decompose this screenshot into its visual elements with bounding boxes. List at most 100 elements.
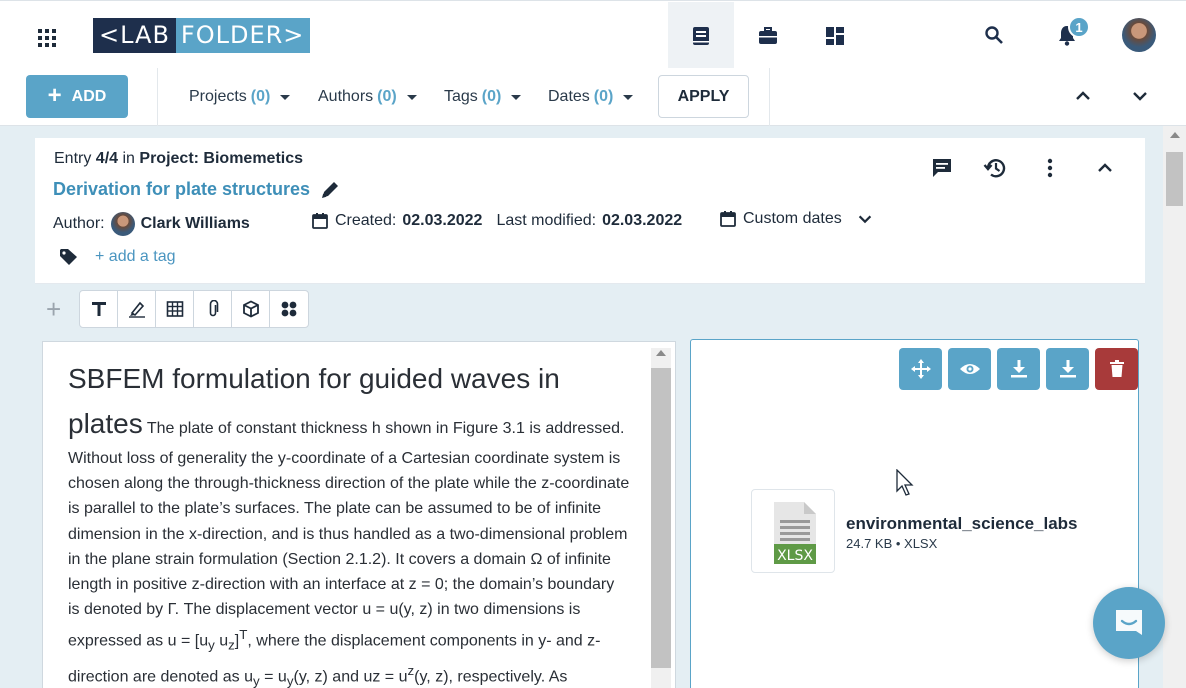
add-button[interactable]: + ADD bbox=[26, 75, 128, 118]
divider bbox=[769, 68, 770, 126]
dashboard-nav-button[interactable] bbox=[802, 2, 868, 69]
custom-dates-toggle[interactable]: Custom dates bbox=[719, 210, 874, 228]
projects-filter[interactable]: Projects (0) bbox=[189, 88, 291, 106]
top-bar: <LAB FOLDER> 1 bbox=[0, 0, 1186, 69]
file-name[interactable]: environmental_science_labs bbox=[846, 514, 1078, 534]
subscript: z bbox=[228, 637, 235, 653]
save-to-button[interactable] bbox=[997, 348, 1040, 390]
entry-title[interactable]: Derivation for plate structures bbox=[53, 179, 310, 200]
projects-filter-label: Projects bbox=[189, 88, 247, 105]
author-avatar bbox=[110, 212, 135, 236]
mouse-cursor-icon bbox=[896, 469, 914, 496]
text-scrollbar-thumb[interactable] bbox=[651, 368, 671, 668]
more-vertical-icon bbox=[1047, 158, 1053, 178]
search-button[interactable] bbox=[982, 23, 1006, 47]
authors-filter-label: Authors bbox=[318, 88, 374, 105]
apps-icon bbox=[281, 301, 297, 317]
collapse-entry-button[interactable] bbox=[1093, 156, 1117, 180]
more-options-button[interactable] bbox=[1038, 156, 1062, 180]
text-fragment: u bbox=[214, 632, 229, 650]
text-body: The plate of constant thickness h shown … bbox=[68, 420, 630, 650]
download-icon bbox=[1059, 360, 1076, 378]
comment-icon bbox=[933, 159, 951, 177]
briefcase-icon bbox=[759, 26, 777, 44]
tags-filter[interactable]: Tags (0) bbox=[444, 88, 522, 106]
file-element-button[interactable] bbox=[194, 291, 232, 327]
file-info: 24.7 KB • XLSX bbox=[846, 536, 938, 551]
page-scrollbar-thumb[interactable] bbox=[1166, 152, 1183, 206]
preview-button[interactable] bbox=[948, 348, 991, 390]
text-element-button[interactable] bbox=[80, 291, 118, 327]
spreadsheet-file-icon: XLSX bbox=[774, 502, 816, 564]
history-button[interactable] bbox=[983, 156, 1007, 180]
text-element[interactable]: SBFEM formulation for guided waves in pl… bbox=[42, 341, 676, 688]
user-avatar[interactable] bbox=[1122, 18, 1156, 52]
move-button[interactable] bbox=[899, 348, 942, 390]
custom-dates-label: Custom dates bbox=[743, 210, 842, 227]
authors-filter-count: (0) bbox=[377, 88, 397, 105]
authors-filter[interactable]: Authors (0) bbox=[318, 88, 417, 106]
subscript: y bbox=[208, 637, 215, 653]
file-ext-label: XLSX bbox=[777, 548, 813, 564]
notebook-icon bbox=[693, 26, 709, 45]
projects-filter-count: (0) bbox=[250, 88, 271, 105]
entry-project[interactable]: Project: Biomemetics bbox=[139, 150, 303, 167]
created-label: Created: bbox=[335, 212, 397, 229]
add-tag-link[interactable]: + add a tag bbox=[95, 248, 176, 266]
dates-filter[interactable]: Dates (0) bbox=[548, 88, 634, 106]
object-element-button[interactable] bbox=[232, 291, 270, 327]
xlsx-file-thumbnail[interactable]: XLSX bbox=[751, 489, 835, 573]
download-button[interactable] bbox=[1046, 348, 1089, 390]
entry-in: in bbox=[122, 150, 135, 167]
scroll-up-arrow-icon[interactable] bbox=[656, 350, 666, 356]
modified-date: 02.03.2022 bbox=[602, 212, 683, 229]
dates-filter-count: (0) bbox=[593, 88, 614, 105]
dashboard-icon bbox=[826, 26, 844, 45]
cube-icon bbox=[242, 300, 259, 318]
chevron-down-icon[interactable] bbox=[1130, 86, 1150, 106]
text-fragment: = u bbox=[259, 668, 287, 686]
projects-nav-button[interactable] bbox=[735, 2, 801, 69]
chevron-up-icon[interactable] bbox=[1073, 86, 1093, 106]
caret-down-icon bbox=[406, 94, 417, 100]
subscript: y bbox=[253, 673, 260, 688]
text-fragment: (y, z) and uz = u bbox=[293, 668, 408, 686]
chevron-down-icon bbox=[858, 215, 871, 224]
plus-icon: + bbox=[47, 81, 62, 109]
page-scrollbar[interactable] bbox=[1163, 126, 1186, 688]
created-meta: Created: 02.03.2022 Last modified: 02.03… bbox=[311, 212, 682, 230]
apply-button[interactable]: APPLY bbox=[658, 75, 749, 118]
apps-grid-icon[interactable] bbox=[38, 29, 56, 47]
notification-badge: 1 bbox=[1068, 16, 1090, 38]
element-toolbar bbox=[79, 290, 309, 328]
entry-position: Entry 4/4 in Project: Biomemetics bbox=[54, 150, 303, 168]
apps-element-button[interactable] bbox=[270, 291, 308, 327]
author-name[interactable]: Clark Williams bbox=[141, 215, 250, 233]
delete-button[interactable] bbox=[1095, 348, 1138, 390]
author-label: Author: bbox=[53, 215, 105, 232]
caret-down-icon bbox=[280, 94, 291, 100]
divider bbox=[157, 68, 158, 126]
notebook-nav-button[interactable] bbox=[668, 2, 734, 69]
entry-count: 4/4 bbox=[95, 150, 119, 167]
sketch-element-button[interactable] bbox=[118, 291, 156, 327]
scroll-up-arrow-icon[interactable] bbox=[1170, 132, 1180, 138]
subscript: y bbox=[286, 673, 294, 688]
history-icon bbox=[983, 159, 1006, 178]
add-button-label: ADD bbox=[71, 87, 107, 105]
labfolder-logo[interactable]: <LAB FOLDER> bbox=[93, 18, 311, 53]
file-element[interactable]: XLSX environmental_science_labs 24.7 KB … bbox=[690, 339, 1139, 688]
eye-icon bbox=[959, 364, 980, 374]
text-icon bbox=[91, 302, 106, 316]
pencil-icon[interactable] bbox=[320, 180, 340, 200]
calendar-icon bbox=[720, 211, 736, 227]
text-element-content[interactable]: SBFEM formulation for guided waves in pl… bbox=[68, 356, 630, 688]
comments-button[interactable] bbox=[930, 156, 954, 180]
tags-filter-label: Tags bbox=[444, 88, 478, 105]
support-chat-button[interactable] bbox=[1093, 587, 1165, 659]
chat-icon bbox=[1116, 610, 1142, 635]
table-element-button[interactable] bbox=[156, 291, 194, 327]
created-date: 02.03.2022 bbox=[402, 212, 483, 229]
add-element-icon[interactable]: + bbox=[46, 296, 61, 322]
caret-down-icon bbox=[623, 94, 634, 100]
